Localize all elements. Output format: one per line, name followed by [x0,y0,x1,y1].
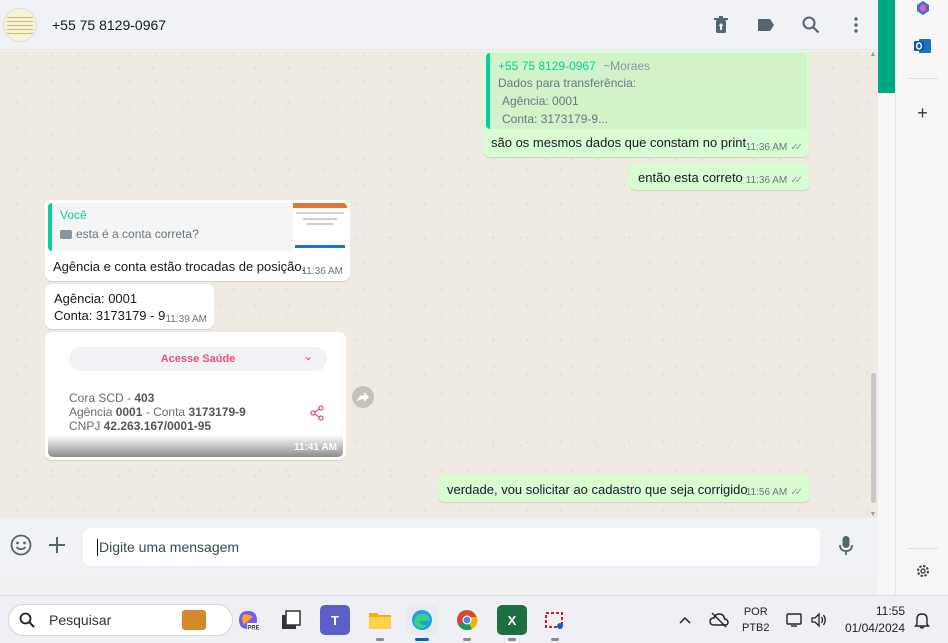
search-label: Pesquisar [49,612,112,628]
message-outgoing[interactable]: +55 75 8129-0967 ~Moraes Dados para tran… [483,51,810,157]
file-explorer-icon[interactable] [365,605,395,641]
chrome-icon[interactable] [452,605,482,641]
message-time: 11:36 AM [745,175,788,186]
message-image[interactable]: Acesse Saúde ⌄ Cora SCD - 403 Agência 00… [45,332,346,460]
clock[interactable]: 11:55 01/04/2024 [843,596,905,643]
message-time: 11:56 AM [745,487,788,498]
message-meta: 11:36 AM [301,266,343,277]
menu-icon[interactable] [833,0,878,50]
card-title-pill: Acesse Saúde ⌄ [69,347,327,371]
card-bank-details: Cora SCD - 403 Agência 0001 - Conta 3173… [69,391,246,433]
message-outgoing[interactable]: verdade, vou solicitar ao cadastro que s… [438,475,810,502]
message-input[interactable]: Digite uma mensagem [83,528,820,566]
edge-sidebar: + [895,0,948,595]
message-time: 11:41 AM [294,442,337,453]
label-icon[interactable] [743,0,788,50]
contact-name[interactable]: +55 75 8129-0967 [52,17,166,33]
horizontal-scrollbar[interactable] [0,576,878,595]
message-meta: 11:39 AM [165,314,207,325]
share-icon [309,405,325,424]
quoted-message[interactable]: +55 75 8129-0967 ~Moraes Dados para tran… [486,53,807,129]
quote-line: Conta: 3173179-9... [502,112,609,126]
delete-icon[interactable] [698,0,743,50]
chat-header: +55 75 8129-0967 [0,0,878,50]
show-hidden-icons[interactable] [679,596,691,643]
excel-icon[interactable]: X [497,605,527,641]
scroll-indicator [878,0,895,93]
forward-icon[interactable] [352,386,374,408]
double-check-icon: ✓✓ [790,487,803,498]
briefcase-icon [182,610,206,630]
quote-thumbnail [293,203,347,251]
composer: Digite uma mensagem [0,518,878,576]
card-title: Acesse Saúde [160,353,236,365]
taskbar-search[interactable]: Pesquisar [8,604,233,636]
quote-line: Agência: 0001 [502,94,579,108]
message-time: 11:36 AM [301,266,343,277]
message-time: 11:39 AM [165,314,207,325]
edge-icon[interactable] [407,605,437,641]
copilot-icon[interactable] [896,0,948,16]
message-incoming[interactable]: Você esta é a conta correta? Agência e c… [45,200,350,281]
microphone-icon[interactable] [838,535,854,563]
image-preview[interactable]: Acesse Saúde ⌄ Cora SCD - 403 Agência 00… [48,335,343,457]
camera-icon [60,230,72,239]
message-meta: 11:36 AM ✓✓ [746,175,803,186]
search-icon[interactable] [788,0,833,50]
emoji-icon[interactable] [10,534,32,562]
message-input-placeholder: Digite uma mensagem [99,539,240,555]
attach-icon[interactable] [47,534,67,562]
message-time: 11:36 AM [745,142,788,153]
message-incoming[interactable]: Agência: 0001 Conta: 3173179 - 9 11:39 A… [45,284,214,329]
svg-text:PRE: PRE [247,626,259,632]
contact-avatar[interactable] [3,7,37,42]
chat-scrollbar[interactable]: ▲ ▼ [868,51,878,518]
chevron-down-icon: ⌄ [303,351,313,363]
quote-line: Dados para transferência: [498,76,637,90]
snipping-tool-icon[interactable] [540,605,570,641]
quote-author: +55 75 8129-0967 [498,59,596,73]
quoted-message[interactable]: Você esta é a conta correta? [48,203,347,251]
gear-icon[interactable] [896,563,948,579]
quote-author-alias: ~Moraes [603,59,651,73]
scroll-thumb[interactable] [871,373,876,503]
outlook-icon[interactable] [896,38,948,54]
message-list[interactable]: +55 75 8129-0967 ~Moraes Dados para tran… [0,51,878,518]
add-icon[interactable]: + [896,103,948,124]
copilot-app-icon[interactable]: PRE [233,605,263,635]
task-view-icon[interactable] [276,605,306,635]
notification-bell-icon[interactable] [914,596,930,643]
network-icon[interactable] [786,596,804,643]
cloud-offline-icon[interactable] [709,596,729,643]
double-check-icon: ✓✓ [790,175,803,186]
search-icon [19,612,35,628]
message-outgoing[interactable]: então esta correto 11:36 AM ✓✓ [629,163,810,190]
taskbar: Pesquisar PRE T X POR PTB2 11:55 01/04/2… [0,595,948,643]
double-check-icon: ✓✓ [790,142,803,153]
message-meta: 11:36 AM ✓✓ [746,142,803,153]
clock-date: 01/04/2024 [844,621,905,635]
message-meta: 11:56 AM ✓✓ [746,487,803,498]
teams-icon[interactable]: T [320,605,350,635]
message-text-line: Agência: 0001 [54,291,138,306]
clock-time: 11:55 [875,604,905,618]
volume-icon[interactable] [810,596,828,643]
language-indicator[interactable]: POR PTB2 [742,596,770,643]
